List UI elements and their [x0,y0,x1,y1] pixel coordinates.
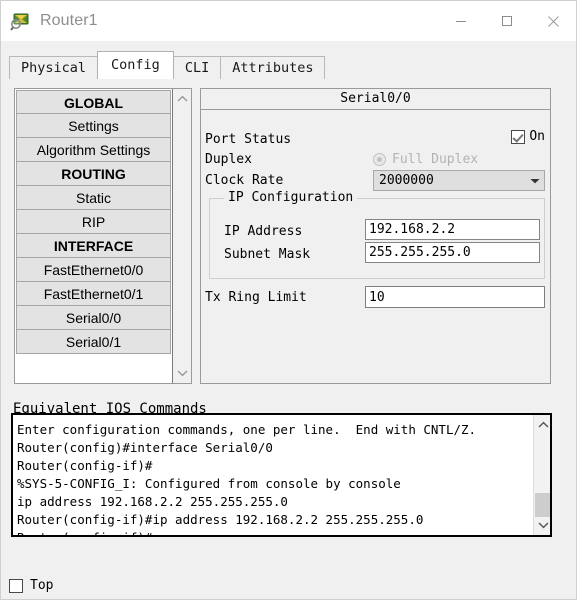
port-status-label: Port Status [205,132,292,147]
chevron-up-icon[interactable] [534,416,550,434]
sidebar-item-rip[interactable]: RIP [16,210,171,234]
radio-button-icon [373,153,386,166]
ip-configuration-group: IP Configuration IP Address Subnet Mask [209,190,545,279]
config-content: GLOBAL Settings Algorithm Settings ROUTI… [1,79,576,599]
port-status-value: On [529,129,545,144]
checkbox-box-icon [9,578,23,593]
minimize-button[interactable] [438,1,484,41]
panel-title: Serial0/0 [201,89,550,110]
chevron-down-icon [526,178,544,184]
port-status-checkbox[interactable]: On [511,129,545,144]
ios-line: Router(config-if)# [17,529,533,535]
close-icon[interactable] [530,1,576,41]
clock-rate-value: 2000000 [379,173,434,188]
ios-line: Router(config-if)# [17,458,153,473]
sidebar-item-settings[interactable]: Settings [16,114,171,138]
window-title: Router1 [40,12,98,29]
router-config-window: Router1 Physical Config CLI Attributes G… [0,0,577,600]
ip-address-label: IP Address [224,224,303,239]
tab-physical[interactable]: Physical [9,56,99,79]
maximize-button[interactable] [484,1,530,41]
tab-attributes[interactable]: Attributes [220,56,326,79]
tab-strip: Physical Config CLI Attributes [1,41,576,79]
window-controls [438,1,576,41]
sidebar-item-list: GLOBAL Settings Algorithm Settings ROUTI… [15,89,173,383]
chevron-down-icon[interactable] [173,364,191,382]
sidebar-section-global: GLOBAL [16,90,171,114]
ios-line: %SYS-5-CONFIG_I: Configured from console… [17,476,401,491]
full-duplex-radio: Full Duplex [373,152,478,167]
top-checkbox[interactable]: Top [9,578,53,593]
subnet-mask-input[interactable] [365,242,540,263]
tab-config[interactable]: Config [97,51,174,79]
ip-address-input[interactable] [365,219,540,240]
full-duplex-label: Full Duplex [392,152,479,167]
window-titlebar: Router1 [1,1,576,41]
sidebar-item-static[interactable]: Static [16,186,171,210]
config-sidebar: GLOBAL Settings Algorithm Settings ROUTI… [14,88,192,384]
ios-line: Router(config-if)#ip address 192.168.2.2… [17,512,424,527]
subnet-mask-label: Subnet Mask [224,247,311,262]
top-checkbox-label: Top [30,578,54,593]
sidebar-section-interface: INTERFACE [16,234,171,258]
sidebar-scrollbar[interactable] [173,89,191,383]
clock-rate-dropdown[interactable]: 2000000 [373,170,545,191]
sidebar-item-serial0-1[interactable]: Serial0/1 [16,330,171,354]
sidebar-item-fastethernet0-1[interactable]: FastEthernet0/1 [16,282,171,306]
ios-scrollbar-thumb[interactable] [535,493,550,517]
ios-command-output[interactable]: Router#configure terminal Enter configur… [13,415,533,535]
tx-ring-limit-label: Tx Ring Limit [205,290,307,305]
ios-line: Router(config)#interface Serial0/0 [17,440,273,455]
ios-line: ip address 192.168.2.2 255.255.255.0 [17,494,288,509]
sidebar-item-fastethernet0-0[interactable]: FastEthernet0/0 [16,258,171,282]
ip-configuration-legend: IP Configuration [224,190,358,205]
tx-ring-limit-input[interactable] [365,286,545,308]
sidebar-item-serial0-0[interactable]: Serial0/0 [16,306,171,330]
sidebar-section-routing: ROUTING [16,162,171,186]
envelope-magnifier-icon [10,11,30,31]
checkbox-box-icon [511,129,526,144]
chevron-up-icon[interactable] [173,90,191,108]
duplex-label: Duplex [205,152,252,167]
equivalent-ios-commands-box: Router#configure terminal Enter configur… [11,413,552,537]
sidebar-item-algorithm-settings[interactable]: Algorithm Settings [16,138,171,162]
chevron-down-icon[interactable] [534,516,550,534]
tab-cli[interactable]: CLI [172,56,222,79]
ios-line: Enter configuration commands, one per li… [17,422,477,437]
interface-config-panel: Serial0/0 Port Status On Duplex Full Dup… [200,88,551,384]
clock-rate-label: Clock Rate [205,173,284,188]
ios-scrollbar[interactable] [533,415,550,535]
